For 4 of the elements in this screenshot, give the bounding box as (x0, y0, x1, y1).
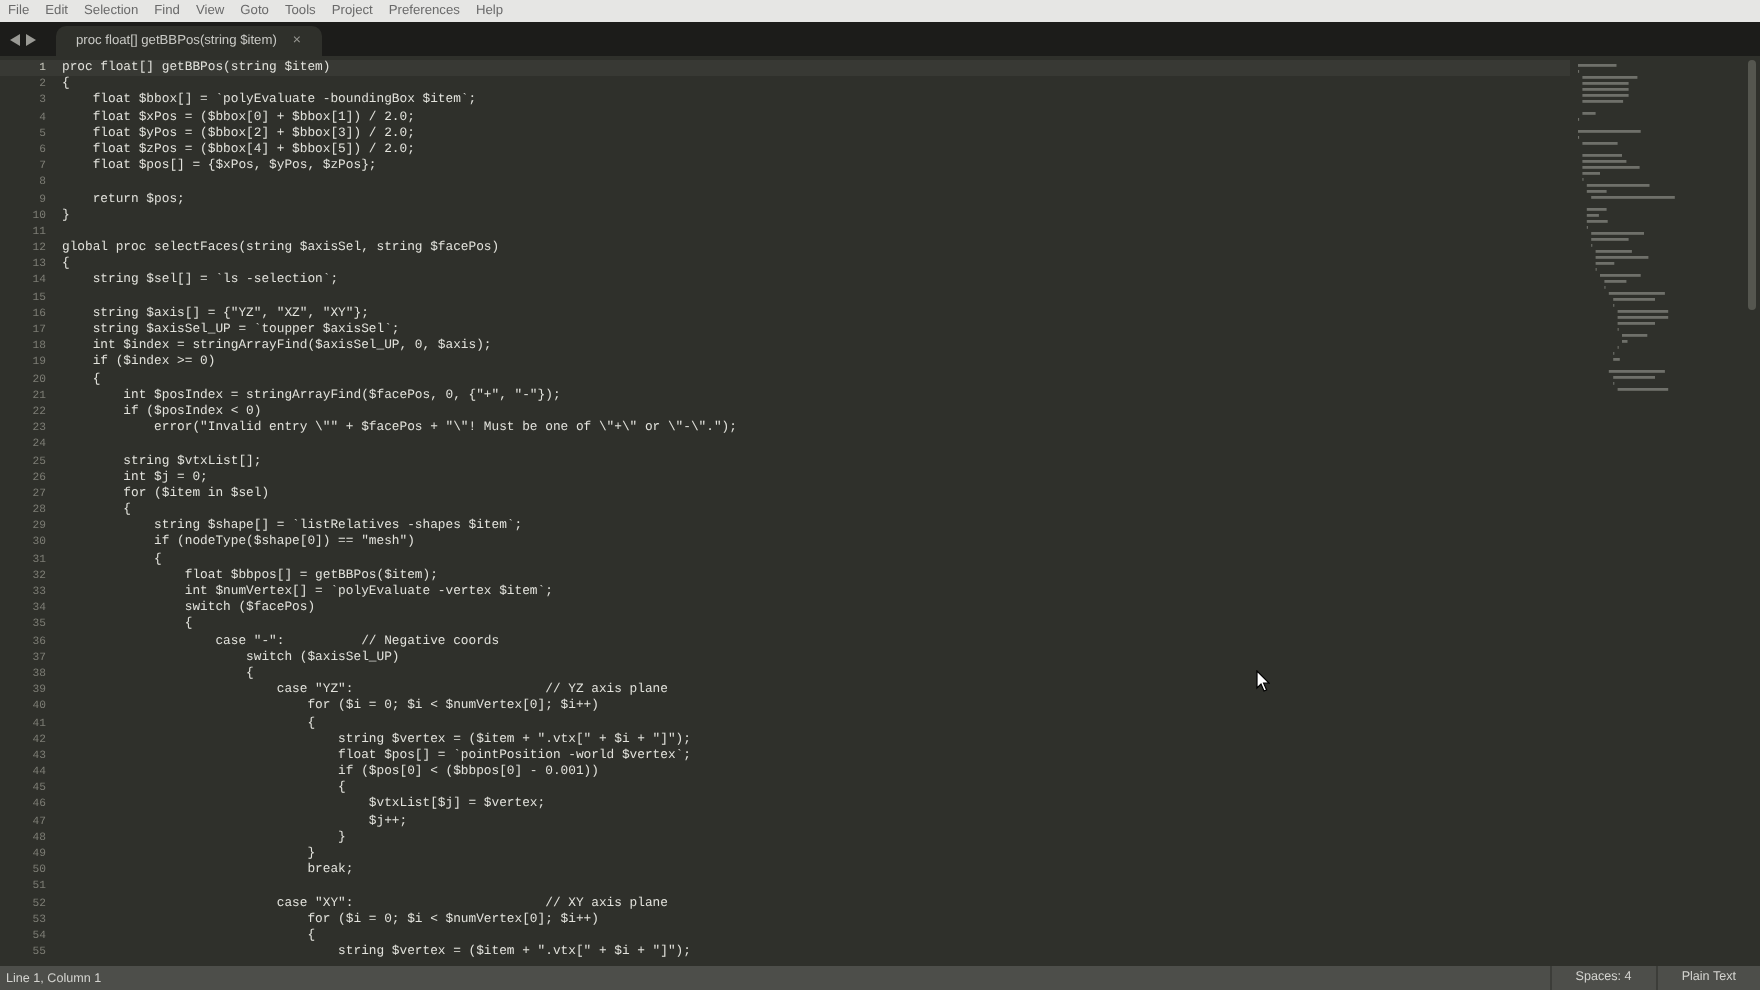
back-arrow-icon[interactable] (10, 33, 20, 45)
forward-arrow-icon[interactable] (26, 33, 36, 45)
scrollbar-thumb[interactable] (1747, 60, 1755, 310)
mouse-pointer-icon (1256, 670, 1270, 692)
